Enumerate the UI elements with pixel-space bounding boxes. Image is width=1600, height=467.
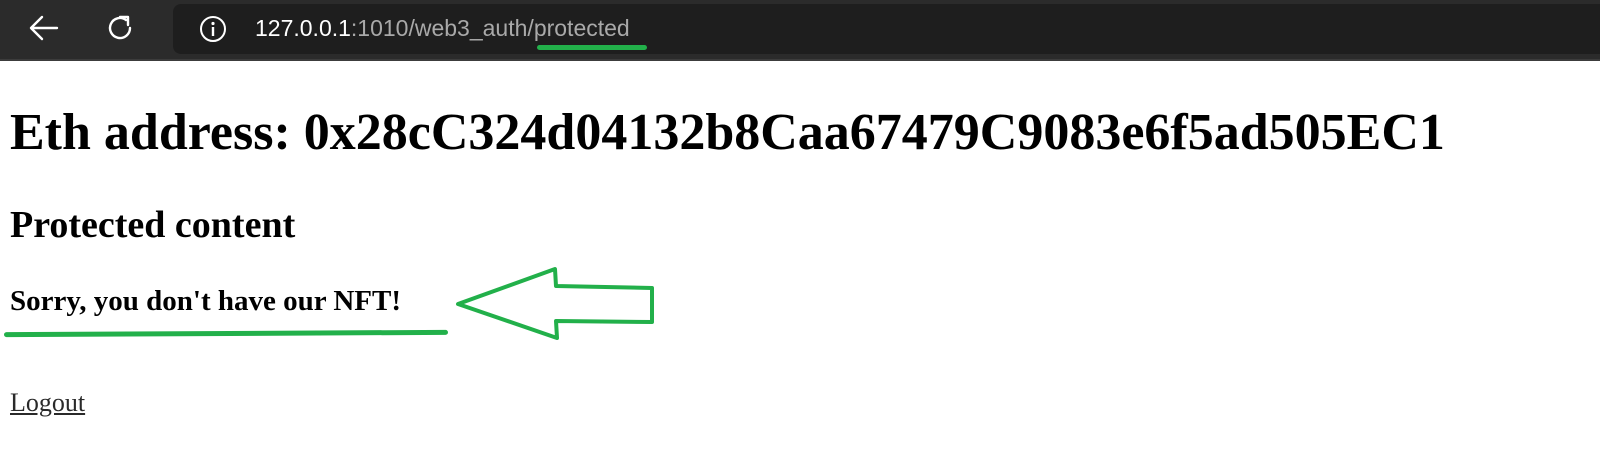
back-arrow-icon <box>29 15 59 41</box>
message-underline <box>3 329 449 338</box>
browser-toolbar: 127.0.0.1:1010/web3_auth/protected <box>0 0 1600 61</box>
no-nft-message: Sorry, you don't have our NFT! <box>10 285 402 317</box>
pointer-arrow-icon <box>456 267 654 340</box>
eth-address-heading: Eth address: 0x28cC324d04132b8Caa67479C9… <box>10 104 1445 161</box>
url-path-highlight: protected <box>533 15 630 41</box>
url-path: :1010/web3_auth/ <box>350 15 534 41</box>
logout-link[interactable]: Logout <box>10 387 85 419</box>
reload-button[interactable] <box>98 6 142 50</box>
protected-content-heading: Protected content <box>10 204 296 246</box>
reload-icon <box>108 15 132 40</box>
back-button[interactable] <box>22 6 66 50</box>
url-text[interactable]: 127.0.0.1:1010/web3_auth/protected <box>255 13 630 43</box>
info-icon[interactable] <box>199 15 227 43</box>
url-host: 127.0.0.1 <box>255 15 351 41</box>
url-underline <box>537 45 647 50</box>
address-bar[interactable]: 127.0.0.1:1010/web3_auth/protected <box>173 4 1600 54</box>
